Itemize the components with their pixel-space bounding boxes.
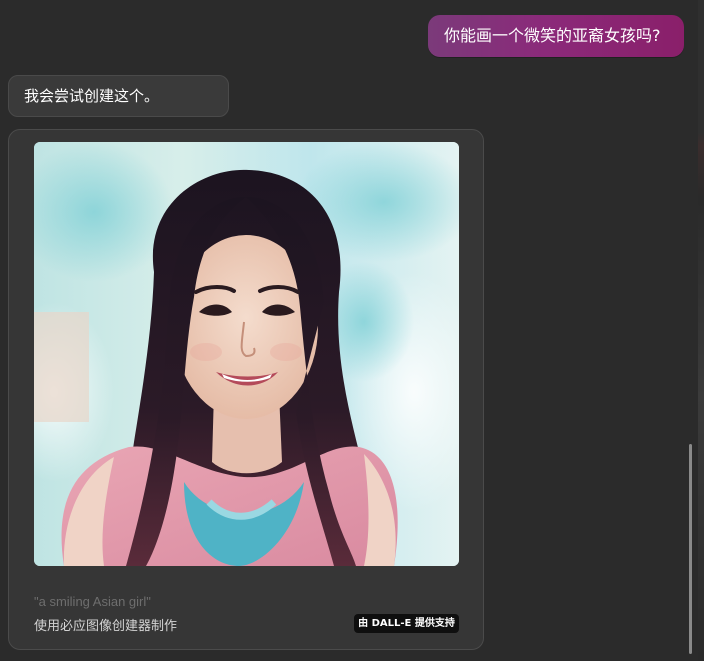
scrollbar-thumb[interactable] [689, 444, 692, 654]
generated-image[interactable] [34, 142, 459, 566]
window-edge [698, 0, 704, 661]
image-creator-caption[interactable]: 使用必应图像创建器制作 [34, 615, 177, 634]
user-message-bubble: 你能画一个微笑的亚裔女孩吗? [428, 15, 684, 57]
assistant-message-bubble: 我会尝试创建这个。 [8, 75, 229, 117]
portrait-illustration [34, 142, 459, 566]
image-prompt-caption: "a smiling Asian girl" [34, 594, 151, 609]
chat-page: 你能画一个微笑的亚裔女孩吗? 我会尝试创建这个。 "a smiling Asia… [0, 0, 704, 661]
generated-image-card: "a smiling Asian girl" 使用必应图像创建器制作 由 DAL… [8, 129, 484, 650]
dalle-badge[interactable]: 由 DALL-E 提供支持 [354, 614, 459, 633]
